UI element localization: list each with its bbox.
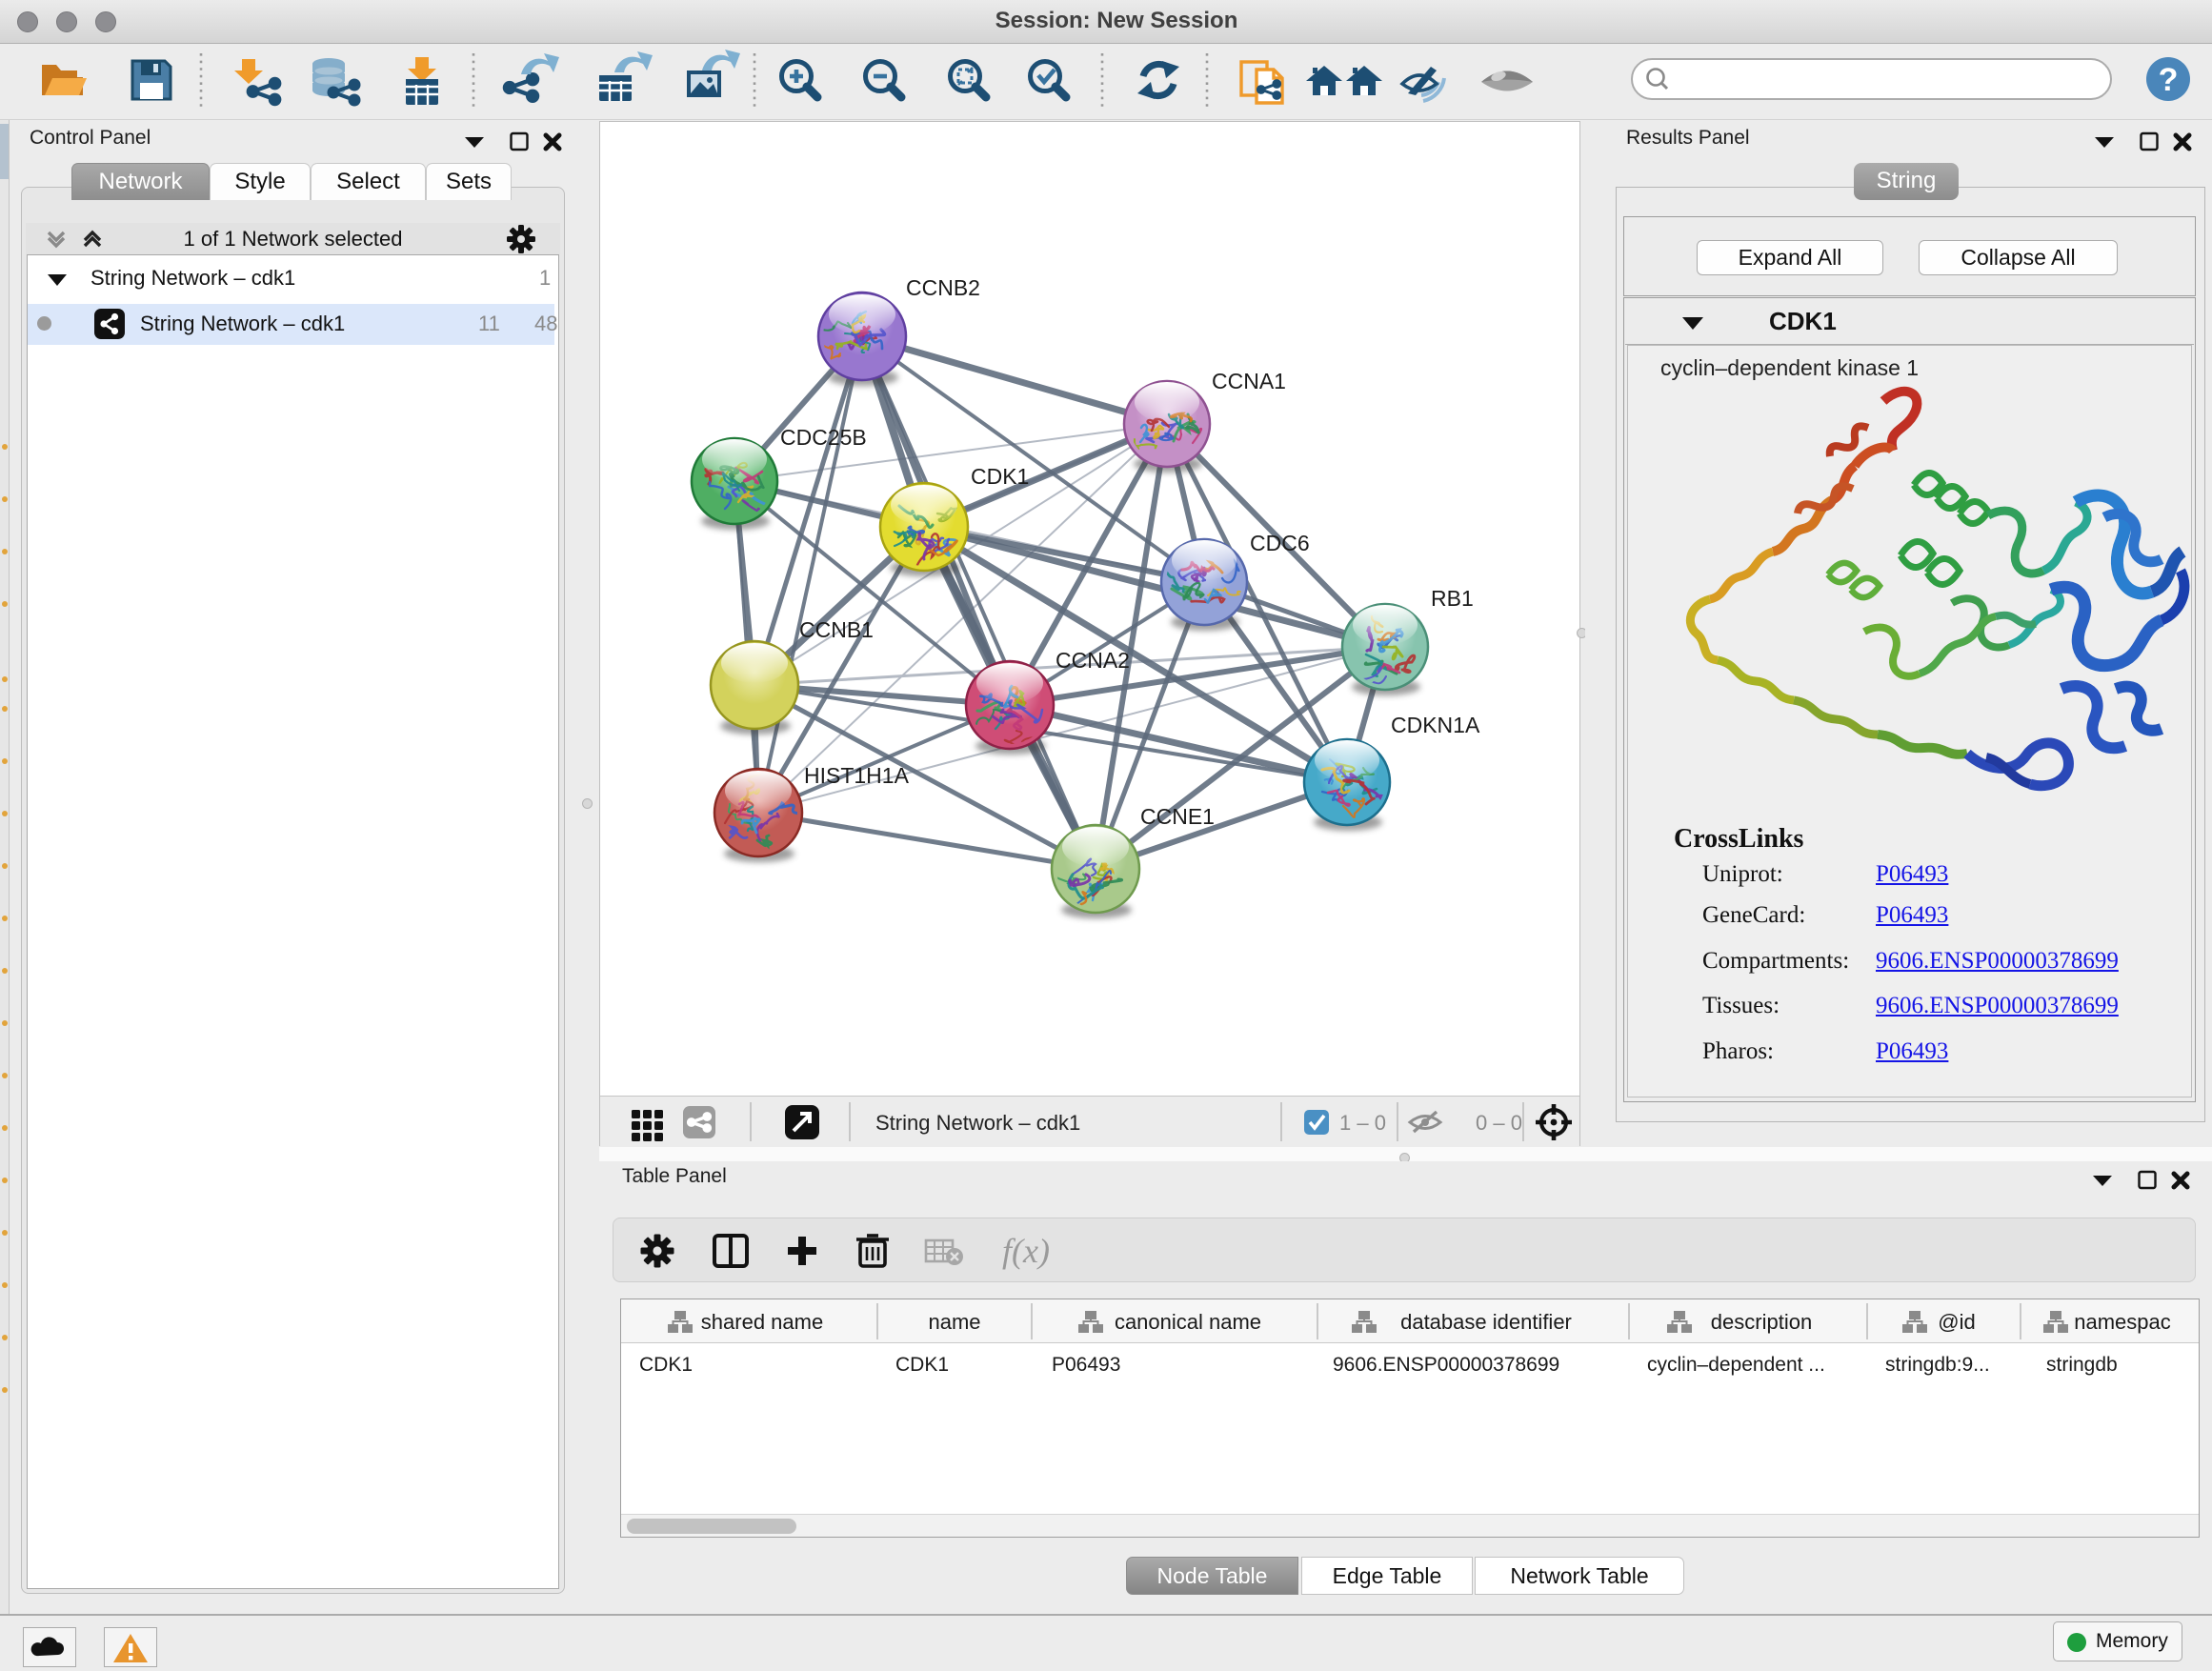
svg-text:?: ? [2159,62,2179,98]
svg-text:CCNA2: CCNA2 [1056,648,1130,673]
svg-text:@id: @id [1938,1310,1975,1334]
svg-text:0 – 0: 0 – 0 [1476,1111,1522,1135]
svg-text:CDC6: CDC6 [1250,531,1310,555]
svg-text:1 – 0: 1 – 0 [1339,1111,1386,1135]
svg-text:CDC25B: CDC25B [780,425,867,450]
svg-text:database identifier: database identifier [1400,1310,1572,1334]
svg-text:String Network – cdk1: String Network – cdk1 [875,1111,1080,1135]
svg-text:CCNA1: CCNA1 [1212,369,1286,393]
svg-text:canonical name: canonical name [1115,1310,1261,1334]
svg-text:CCNB1: CCNB1 [799,617,874,642]
svg-text:namespac: namespac [2074,1310,2171,1334]
svg-text:CCNE1: CCNE1 [1140,804,1215,829]
svg-text:CDK1: CDK1 [971,464,1029,489]
svg-text:name: name [928,1310,980,1334]
svg-text:f(x): f(x) [1002,1232,1050,1270]
svg-text:shared name: shared name [701,1310,823,1334]
svg-text:description: description [1711,1310,1812,1334]
svg-text:CCNB2: CCNB2 [906,275,980,300]
svg-text:HIST1H1A: HIST1H1A [804,763,910,788]
svg-text:RB1: RB1 [1431,586,1474,611]
svg-text:CDKN1A: CDKN1A [1391,713,1480,737]
